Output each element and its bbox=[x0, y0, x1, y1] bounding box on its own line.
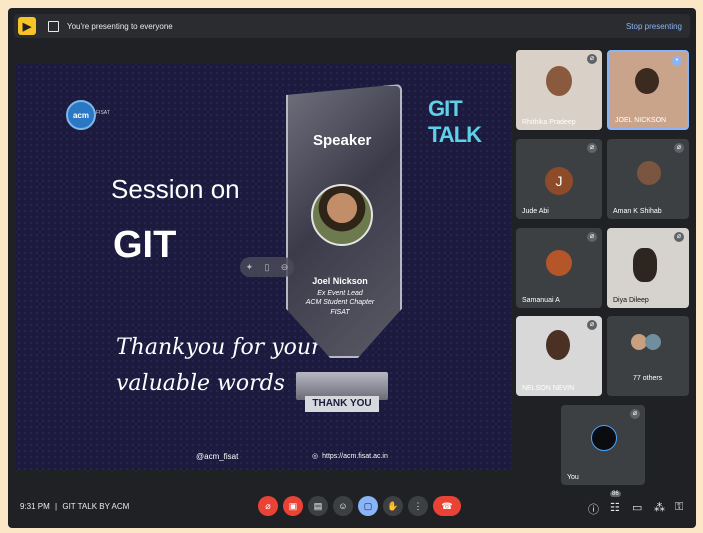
present-screen-icon bbox=[48, 20, 59, 32]
captions-button[interactable]: ▤ bbox=[308, 496, 328, 516]
mic-off-icon: ⌀ bbox=[674, 143, 684, 153]
people-icon[interactable]: ☷ bbox=[610, 501, 620, 514]
participant-tile[interactable]: ⌀ Rhithika Pradeep bbox=[516, 50, 602, 130]
social-handle: @acm_fisat bbox=[196, 452, 239, 461]
participant-avatar bbox=[546, 250, 572, 276]
participant-tile[interactable]: ⌀ NELSON NEVIN bbox=[516, 316, 602, 396]
topic-heading: GIT bbox=[113, 224, 177, 266]
mic-off-icon: ⌀ bbox=[630, 409, 640, 419]
participant-tile-active[interactable]: • JOEL NICKSON bbox=[607, 50, 689, 130]
acm-logo-sub: FISAT bbox=[96, 110, 110, 116]
website-url: ◎ https://acm.fisat.ac.in bbox=[312, 452, 388, 461]
participant-tile[interactable]: ⌀ Diya Dileep bbox=[607, 228, 689, 308]
meeting-info: 9:31 PM | GIT TALK BY ACM bbox=[20, 502, 129, 511]
mic-off-icon: ⌀ bbox=[674, 232, 684, 242]
raise-hand-button[interactable]: ✋ bbox=[383, 496, 403, 516]
mic-off-icon: ⌀ bbox=[587, 143, 597, 153]
website-url-text: https://acm.fisat.ac.in bbox=[322, 452, 388, 460]
participant-tile[interactable]: ⌀ Aman K Shihab bbox=[607, 139, 689, 219]
speaker-photo bbox=[311, 184, 373, 246]
speaker-role: Ex Event Lead ACM Student Chapter FISAT bbox=[299, 289, 381, 317]
present-button[interactable]: ▢ bbox=[358, 496, 378, 516]
meeting-separator: | bbox=[55, 502, 58, 511]
participant-initial: J bbox=[545, 167, 573, 195]
host-controls-icon[interactable]: ⚿ bbox=[675, 501, 683, 514]
acm-logo-icon: acm bbox=[66, 100, 96, 130]
participant-name: Aman K Shihab bbox=[613, 208, 662, 215]
speaker-name: Joel Nickson bbox=[312, 276, 368, 286]
thank-you-plaque: THANK YOU bbox=[305, 396, 379, 412]
presenting-banner: ▶ You're presenting to everyone Stop pre… bbox=[14, 14, 690, 38]
participant-video bbox=[633, 248, 657, 282]
speaker-role-3: FISAT bbox=[330, 308, 350, 316]
mic-toggle-button[interactable]: ⌀ bbox=[258, 496, 278, 516]
reactions-button[interactable]: ☺ bbox=[333, 496, 353, 516]
camera-toggle-button[interactable]: ▣ bbox=[283, 496, 303, 516]
meeting-name: GIT TALK BY ACM bbox=[62, 502, 130, 511]
activities-icon[interactable]: ⁂ bbox=[654, 501, 665, 514]
participant-name: JOEL NICKSON bbox=[615, 117, 667, 124]
info-icon[interactable]: ⓘ bbox=[588, 501, 599, 517]
thanks-text: Thankyou for your valuable words bbox=[116, 330, 322, 403]
bottom-control-bar: 9:31 PM | GIT TALK BY ACM ⌀ ▣ ▤ ☺ ▢ ✋ ⋮ … bbox=[8, 486, 696, 528]
slide-hover-controls[interactable]: ✦ ▯ ⊖ bbox=[240, 257, 294, 277]
clock-time: 9:31 PM bbox=[20, 502, 50, 511]
participant-name: Jude Abi bbox=[522, 208, 549, 215]
thanks-line-2: valuable words bbox=[116, 371, 285, 397]
more-options-icon[interactable]: • bbox=[672, 56, 682, 66]
thanks-line-1: Thankyou for your bbox=[116, 335, 322, 360]
participant-video bbox=[546, 66, 572, 96]
speaker-role-2: ACM Student Chapter bbox=[305, 299, 375, 307]
participant-tile[interactable]: J ⌀ Jude Abi bbox=[516, 139, 602, 219]
participant-name: Samanuai A bbox=[522, 297, 560, 304]
pin-icon[interactable]: ✦ bbox=[246, 262, 254, 273]
participant-name: You bbox=[567, 474, 579, 481]
speaker-title: Speaker bbox=[313, 132, 372, 149]
participant-video bbox=[635, 68, 659, 94]
session-heading: Session on bbox=[111, 174, 240, 204]
presentation-slide: acm FISAT GIT TALK Session on GIT Thanky… bbox=[16, 64, 511, 470]
meet-window: ▶ You're presenting to everyone Stop pre… bbox=[8, 8, 696, 528]
others-tile[interactable]: 77 others bbox=[607, 316, 689, 396]
participant-avatar bbox=[637, 161, 661, 185]
presenting-text: You're presenting to everyone bbox=[67, 21, 173, 31]
participant-name: Rhithika Pradeep bbox=[522, 119, 576, 126]
leave-call-button[interactable]: ☎ bbox=[433, 496, 461, 516]
participant-tile[interactable]: ⌀ Samanuai A bbox=[516, 228, 602, 308]
speaker-role-1: Ex Event Lead bbox=[317, 290, 363, 297]
others-count: 77 others bbox=[633, 375, 663, 382]
mic-off-icon: ⌀ bbox=[587, 320, 597, 330]
self-tile[interactable]: ⌀ You bbox=[561, 405, 645, 485]
participant-avatar bbox=[645, 334, 661, 350]
mic-off-icon: ⌀ bbox=[587, 232, 597, 242]
participant-video bbox=[546, 330, 570, 360]
remove-icon[interactable]: ⊖ bbox=[281, 262, 289, 273]
chat-icon[interactable]: ▭ bbox=[632, 501, 642, 514]
git-talk-brand: GIT TALK bbox=[428, 96, 482, 147]
participant-name: Diya Dileep bbox=[613, 297, 649, 304]
mic-off-icon: ⌀ bbox=[587, 54, 597, 64]
more-options-button[interactable]: ⋮ bbox=[408, 496, 428, 516]
participant-name: NELSON NEVIN bbox=[522, 385, 575, 392]
self-avatar bbox=[591, 425, 617, 451]
people-count-badge: 86 bbox=[610, 491, 621, 497]
stop-presenting-button[interactable]: Stop presenting bbox=[626, 22, 682, 31]
meet-logo-icon: ▶ bbox=[18, 17, 36, 35]
globe-icon: ◎ bbox=[312, 453, 319, 460]
mute-icon[interactable]: ▯ bbox=[265, 262, 270, 273]
